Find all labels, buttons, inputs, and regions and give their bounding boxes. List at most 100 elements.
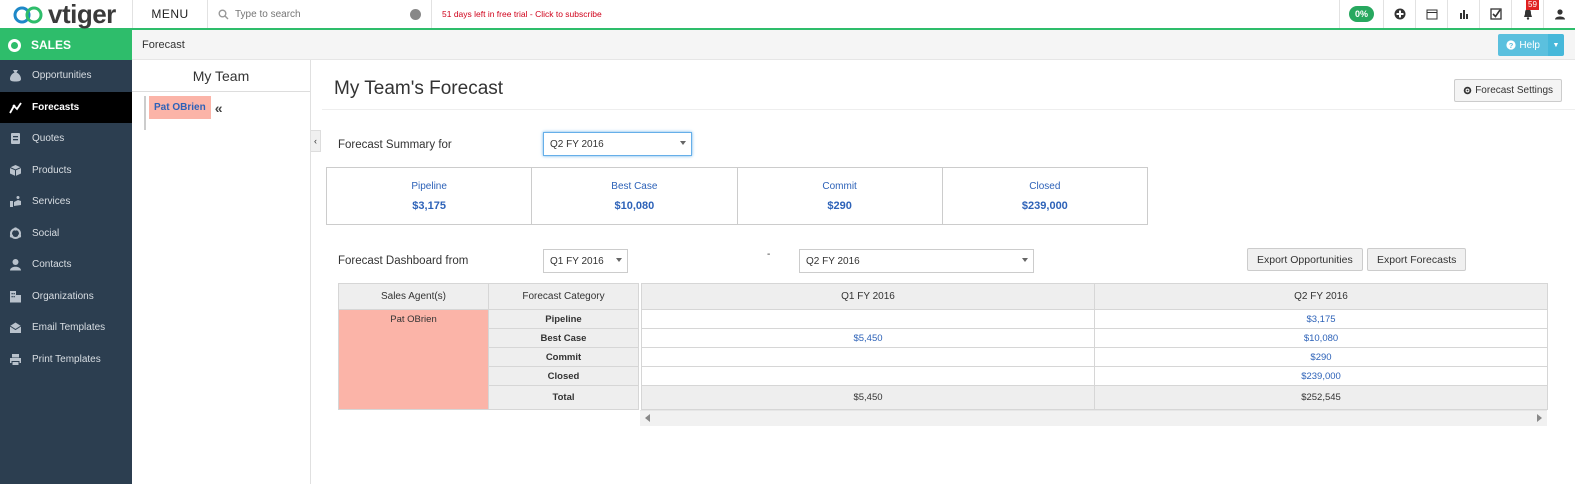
q2-value-cell[interactable]: $3,175 [1094,309,1548,329]
q1-value-cell[interactable] [641,347,1095,367]
caret-down-icon [616,258,622,262]
category-cell: Commit [488,347,639,367]
forecast-summary: Pipeline $3,175 Best Case $10,080 Commit… [326,167,1148,225]
sidebar-item-quotes[interactable]: Quotes [0,123,132,155]
social-icon [8,226,22,240]
calendar-button[interactable] [1415,0,1447,28]
help-dropdown-toggle[interactable]: ▼ [1548,34,1564,56]
building-icon [8,289,22,303]
sidebar-item-label: Quotes [32,133,65,145]
scroll-left-icon[interactable] [645,414,650,422]
double-chevron-left-icon[interactable]: « [215,100,223,116]
sidebar-item-email-templates[interactable]: Email Templates [0,312,132,344]
page-title: My Team's Forecast [334,78,504,99]
dashboard-from-value: Q1 FY 2016 [550,255,604,267]
sidebar-item-forecasts[interactable]: Forecasts [0,91,132,123]
q2-total-cell: $252,545 [1094,385,1548,410]
search-input[interactable] [235,8,405,20]
quick-create-button[interactable] [1383,0,1415,28]
table-row: Commit $290 [339,347,1548,367]
sidebar-item-contacts[interactable]: Contacts [0,249,132,281]
summary-label: Closed [1029,180,1061,192]
sidebar-item-label: Social [32,227,60,239]
table-row: Closed $239,000 [339,366,1548,386]
box-icon [8,163,22,177]
dashboard-to-value: Q2 FY 2016 [806,255,860,267]
dashboard-to-select[interactable]: Q2 FY 2016 [799,249,1034,273]
sidebar-item-opportunities[interactable]: Opportunities [0,60,132,92]
table-row: Pat OBrien Pipeline $3,175 [338,309,1548,410]
sidebar-item-organizations[interactable]: Organizations [0,281,132,313]
caret-down-icon [1022,258,1028,262]
sidebar-item-print-templates[interactable]: Print Templates [0,344,132,376]
dashboard-from-select[interactable]: Q1 FY 2016 [543,249,628,273]
summary-best-case[interactable]: Best Case $10,080 [532,168,738,224]
summary-commit[interactable]: Commit $290 [738,168,943,224]
horizontal-scrollbar[interactable] [640,410,1547,426]
total-label-cell: Total [488,385,639,410]
export-forecasts-button[interactable]: Export Forecasts [1367,248,1467,271]
summary-value: $239,000 [1021,199,1068,212]
q1-value-cell[interactable]: $5,450 [641,328,1095,348]
table-row: Best Case $5,450 $10,080 [339,328,1548,348]
q2-value-cell[interactable]: $290 [1094,347,1548,367]
column-header: Sales Agent(s) [338,283,489,310]
q1-value-cell[interactable] [641,366,1095,386]
summary-pipeline[interactable]: Pipeline $3,175 [327,168,533,224]
search-options-icon[interactable] [410,9,421,20]
summary-closed[interactable]: Closed $239,000 [943,168,1147,224]
sidebar-item-services[interactable]: Services [0,186,132,218]
sidebar-item-label: Forecasts [32,101,80,113]
forecast-dashboard-table: Sales Agent(s) Forecast Category Q1 FY 2… [338,283,1548,410]
help-button[interactable]: ? Help [1498,34,1548,56]
sales-agent-cell[interactable]: Pat OBrien [338,309,489,410]
breadcrumb: Forecast ? Help ▼ [132,30,1575,60]
category-cell: Pipeline [488,309,639,329]
team-panel: My Team Pat OBrien « [132,60,311,484]
notifications-button[interactable]: 59 [1511,0,1543,28]
search-icon [218,9,229,19]
category-cell: Closed [488,366,639,386]
module-header[interactable]: SALES [0,30,132,60]
q1-value-cell[interactable] [641,309,1095,329]
sidebar-item-label: Email Templates [32,322,106,334]
summary-label: Best Case [611,180,658,192]
gear-icon [1463,86,1472,95]
tasks-button[interactable] [1479,0,1511,28]
q2-value-cell[interactable]: $239,000 [1094,366,1548,386]
summary-value: $10,080 [614,199,655,212]
progress-value: 0% [1348,6,1374,22]
forecast-settings-button[interactable]: Forecast Settings [1454,79,1562,102]
sidebar-item-label: Print Templates [32,353,101,365]
sidebar-item-products[interactable]: Products [0,155,132,187]
help-button-group: ? Help ▼ [1498,34,1564,56]
summary-period-select[interactable]: Q2 FY 2016 [543,132,692,156]
scroll-right-icon[interactable] [1537,414,1542,422]
quote-icon [8,132,22,146]
sidebar-item-label: Services [32,196,71,208]
vtiger-logo[interactable]: vtiger [0,0,132,29]
sidebar-item-label: Organizations [32,290,94,302]
help-label: Help [1519,39,1540,51]
q2-value-cell[interactable]: $10,080 [1094,328,1548,348]
sales-icon [8,38,21,52]
breadcrumb-current: Forecast [142,38,185,51]
plus-circle-icon [1394,8,1405,20]
reports-button[interactable] [1447,0,1479,28]
summary-period-value: Q2 FY 2016 [550,138,604,150]
column-header: Forecast Category [488,283,639,310]
progress-badge[interactable]: 0% [1339,0,1383,28]
table-header-row: Sales Agent(s) Forecast Category Q1 FY 2… [338,283,1548,410]
sidebar: SALES Opportunities Forecasts Quotes Produc… [0,30,132,484]
trial-notice-link[interactable]: 51 days left in free trial - Click to su… [432,0,1339,28]
dashboard-label: Forecast Dashboard from [338,255,469,267]
export-opportunities-button[interactable]: Export Opportunities [1247,248,1363,271]
logo-text: vtiger [48,0,116,29]
global-search[interactable] [208,0,432,28]
notification-count: 59 [1526,0,1539,10]
team-member-link[interactable]: Pat OBrien [149,96,211,119]
summary-value: $290 [827,199,852,212]
menu-button[interactable]: MENU [132,0,208,28]
sidebar-item-social[interactable]: Social [0,218,132,250]
user-menu-button[interactable] [1543,0,1575,28]
